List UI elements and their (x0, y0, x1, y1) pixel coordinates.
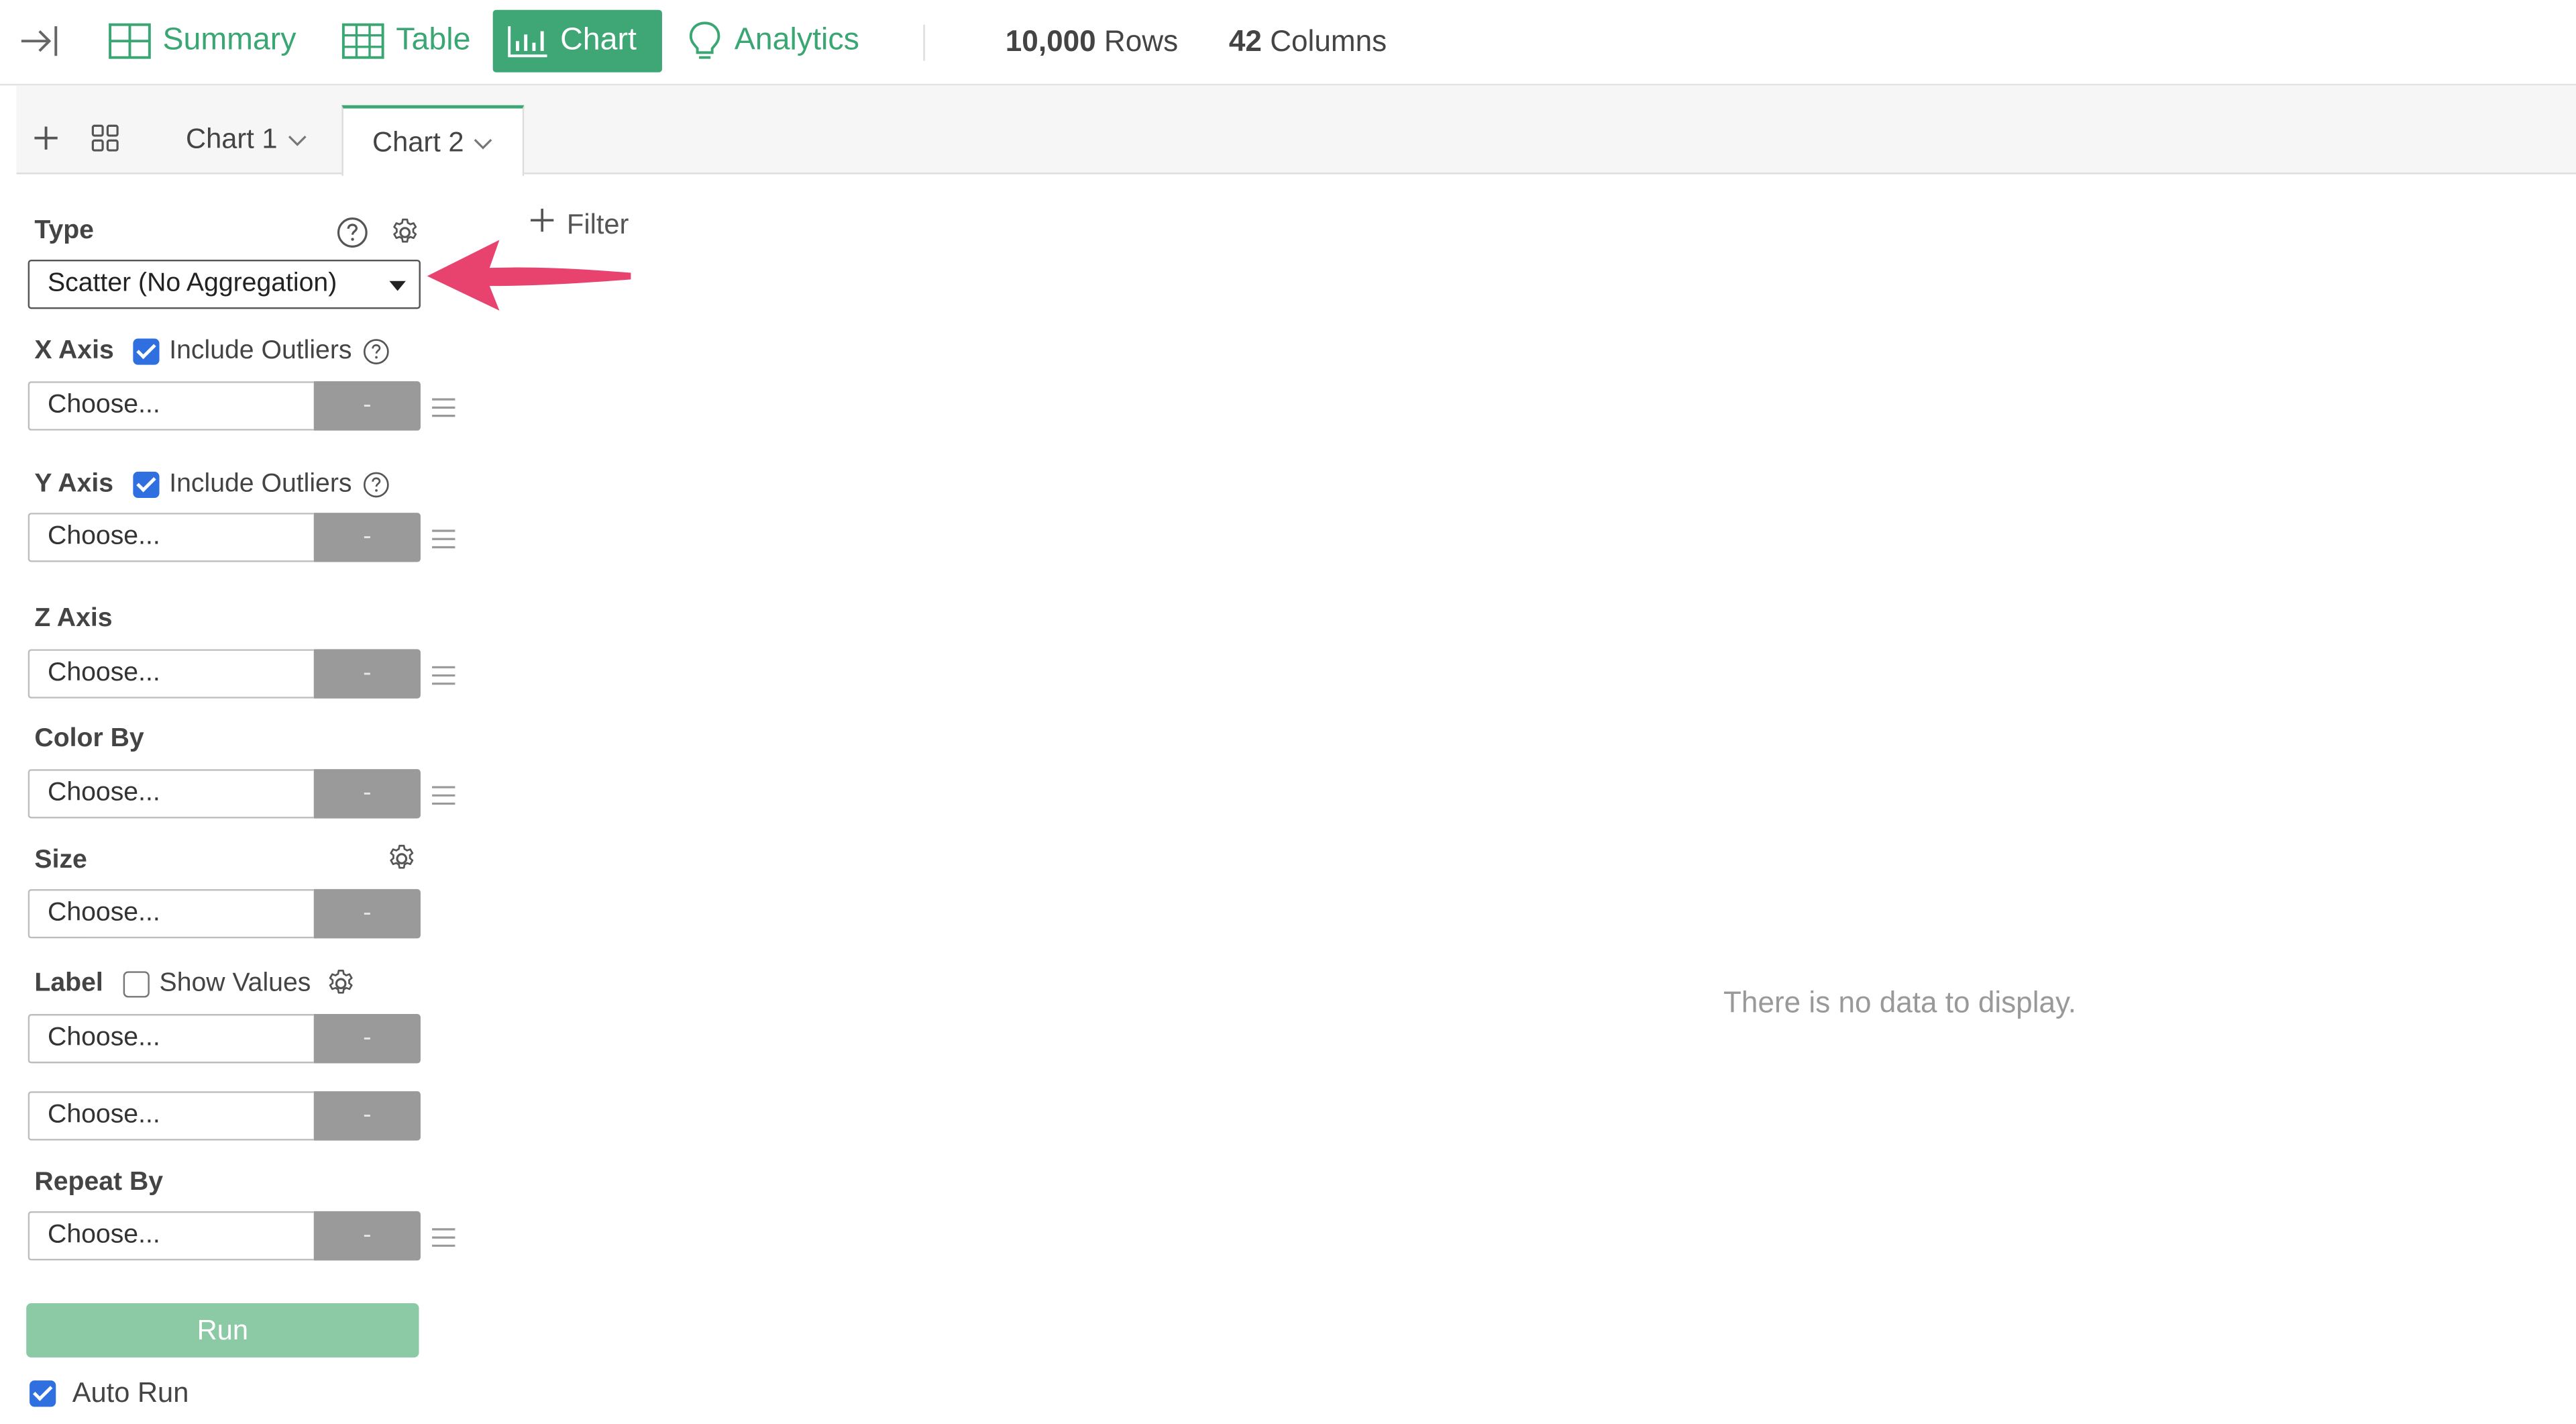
columns-count-label: Columns (1270, 24, 1387, 58)
nav-summary-label: Summary (162, 23, 297, 58)
filter-label: Filter (566, 207, 629, 240)
z-axis-label: Z Axis (34, 605, 113, 633)
auto-run-checkbox[interactable] (30, 1380, 56, 1407)
table-icon (341, 23, 384, 59)
y-axis-include-outliers-checkbox[interactable] (133, 471, 160, 499)
y-axis-menu-icon[interactable] (431, 527, 457, 549)
size-chooser: Choose... - (28, 888, 421, 939)
y-axis-label: Y Axis (34, 470, 114, 499)
chart-tab-bar: Chart 1 Chart 2 (16, 85, 2576, 176)
summary-icon (109, 23, 152, 59)
repeat-by-menu-icon[interactable] (431, 1226, 457, 1247)
color-by-chooser: Choose... - (28, 769, 421, 819)
nav-analytics-tab[interactable]: Analytics (674, 10, 872, 72)
color-by-label: Color By (34, 725, 144, 753)
x-axis-function-button[interactable]: - (313, 381, 421, 431)
nav-summary-tab[interactable]: Summary (95, 10, 309, 72)
rows-count-value: 10,000 (1005, 24, 1096, 58)
add-tab-icon[interactable] (32, 123, 61, 153)
y-axis-column-select[interactable]: Choose... (28, 513, 314, 562)
chevron-down-icon (474, 125, 493, 158)
label-function-button-2[interactable]: - (313, 1091, 421, 1141)
y-axis-function-button[interactable]: - (313, 513, 421, 562)
color-by-function-button[interactable]: - (313, 769, 421, 819)
repeat-by-chooser: Choose... - (28, 1211, 421, 1261)
label-section-label: Label (34, 969, 103, 998)
z-axis-chooser: Choose... - (28, 649, 421, 699)
dropdown-caret-icon (389, 281, 406, 291)
type-label: Type (34, 217, 94, 245)
label-column-select-2[interactable]: Choose... (28, 1091, 314, 1141)
z-axis-menu-icon[interactable] (431, 664, 457, 685)
lightbulb-icon (687, 19, 723, 62)
size-settings-gear-icon[interactable] (386, 843, 418, 882)
repeat-by-label: Repeat By (34, 1168, 164, 1197)
x-axis-include-outliers: Include Outliers (133, 337, 352, 366)
nav-chart-tab[interactable]: Chart (492, 9, 662, 72)
chevron-down-icon (287, 123, 307, 156)
size-function-button[interactable]: - (313, 888, 421, 939)
x-axis-outliers-help-icon[interactable] (363, 338, 389, 372)
repeat-by-column-select[interactable]: Choose... (28, 1211, 314, 1261)
empty-chart-message: There is no data to display. (1723, 986, 2077, 1019)
tab-chart-2[interactable]: Chart 2 (341, 105, 525, 176)
auto-run-label: Auto Run (72, 1377, 189, 1409)
nav-analytics-label: Analytics (734, 23, 859, 58)
size-column-select[interactable]: Choose... (28, 888, 314, 939)
nav-chart-label: Chart (560, 23, 637, 58)
columns-count-value: 42 (1228, 24, 1262, 58)
tab-chart-1-label: Chart 1 (186, 123, 278, 155)
x-axis-include-outliers-label: Include Outliers (169, 337, 352, 365)
y-axis-include-outliers: Include Outliers (133, 470, 352, 499)
label-function-button-1[interactable]: - (313, 1014, 421, 1064)
y-axis-outliers-help-icon[interactable] (363, 472, 389, 506)
tab-chart-2-label: Chart 2 (372, 125, 464, 157)
rows-count-label: Rows (1104, 24, 1179, 58)
show-values-checkbox[interactable] (123, 971, 150, 998)
run-button[interactable]: Run (26, 1303, 419, 1358)
y-axis-include-outliers-label: Include Outliers (169, 470, 352, 499)
grid-view-icon[interactable] (91, 123, 120, 153)
x-axis-label: X Axis (34, 337, 114, 365)
label-chooser-1: Choose... - (28, 1014, 421, 1064)
chart-type-select[interactable]: Scatter (No Aggregation) (28, 259, 421, 309)
label-show-values: Show Values (123, 970, 311, 999)
z-axis-function-button[interactable]: - (313, 649, 421, 699)
type-settings-gear-icon[interactable] (389, 217, 421, 256)
rows-count: 10,000 Rows (1006, 25, 1178, 59)
x-axis-menu-icon[interactable] (431, 396, 457, 417)
label-settings-gear-icon[interactable] (325, 968, 357, 1007)
repeat-by-function-button[interactable]: - (313, 1211, 421, 1261)
annotation-arrow (427, 240, 631, 311)
z-axis-column-select[interactable]: Choose... (28, 649, 314, 699)
color-by-menu-icon[interactable] (431, 784, 457, 805)
top-nav-bar: Summary Table Chart Analytics 10,000 Row… (0, 0, 2576, 86)
show-values-label: Show Values (159, 969, 311, 998)
x-axis-include-outliers-checkbox[interactable] (133, 338, 160, 365)
label-column-select-1[interactable]: Choose... (28, 1014, 314, 1064)
columns-count: 42 Columns (1229, 25, 1387, 59)
auto-run: Auto Run (30, 1377, 189, 1410)
x-axis-column-select[interactable]: Choose... (28, 381, 314, 431)
tab-chart-1[interactable]: Chart 1 (164, 105, 329, 174)
bar-chart-icon (506, 23, 549, 59)
y-axis-chooser: Choose... - (28, 513, 421, 562)
label-chooser-2: Choose... - (28, 1091, 421, 1141)
nav-table-tab[interactable]: Table (329, 10, 484, 72)
chart-type-value: Scatter (No Aggregation) (48, 269, 337, 298)
nav-table-label: Table (396, 23, 471, 58)
size-label: Size (34, 846, 87, 874)
type-help-icon[interactable] (337, 217, 368, 256)
nav-divider (923, 24, 925, 61)
collapse-sidebar-icon[interactable] (16, 18, 62, 64)
color-by-column-select[interactable]: Choose... (28, 769, 314, 819)
x-axis-chooser: Choose... - (28, 381, 421, 431)
